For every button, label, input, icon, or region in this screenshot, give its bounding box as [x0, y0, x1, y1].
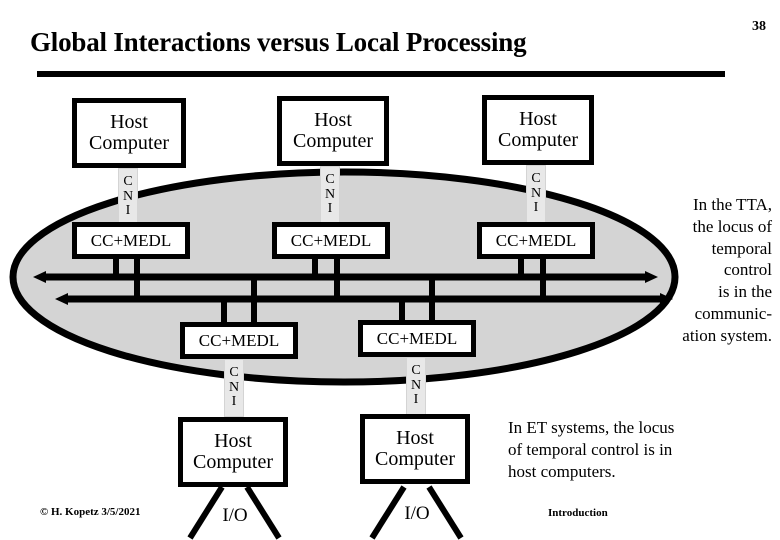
cc-medl-label: CC+MEDL	[290, 230, 372, 250]
cni-letter-n: N	[410, 377, 422, 393]
cni-letter-n: N	[122, 188, 134, 204]
cni-letter-i: I	[413, 392, 419, 408]
cni-letter-c: C	[123, 173, 133, 189]
io-label-2: I/O	[404, 503, 430, 524]
host-computer-box-bottom-1[interactable]: Host Computer	[178, 417, 288, 487]
et-note-line: host computers.	[508, 462, 616, 482]
host-computer-box-top-1[interactable]: Host Computer	[72, 98, 186, 168]
host-computer-label: Host Computer	[89, 111, 169, 154]
cni-letter-c: C	[229, 364, 239, 380]
tta-note-line: communic-	[694, 303, 772, 323]
cni-connector-bottom-2[interactable]: C N I	[406, 357, 426, 415]
host-computer-box-top-2[interactable]: Host Computer	[277, 96, 389, 166]
cni-connector-top-2[interactable]: C N I	[320, 166, 340, 224]
et-note-line: In ET systems, the locus	[508, 418, 675, 437]
cni-letter-c: C	[411, 362, 421, 378]
cni-letter-i: I	[125, 203, 131, 219]
cc-medl-label: CC+MEDL	[90, 230, 172, 250]
cc-medl-label: CC+MEDL	[198, 330, 280, 350]
cni-letter-i: I	[533, 200, 539, 216]
et-note-text: In ET systems, the locus of temporal con…	[508, 417, 768, 483]
host-computer-box-bottom-2[interactable]: Host Computer	[360, 414, 470, 484]
cni-letter-c: C	[325, 171, 335, 187]
host-computer-label: Host Computer	[293, 109, 373, 152]
tta-note-line: the locus of	[692, 216, 772, 236]
tta-note-line: In the TTA,	[692, 195, 772, 214]
cni-letter-c: C	[531, 170, 541, 186]
tta-note-line: is in the	[718, 282, 772, 301]
cni-letter-i: I	[327, 201, 333, 217]
io-label-1: I/O	[222, 505, 248, 526]
cni-connector-top-3[interactable]: C N I	[526, 165, 546, 223]
cc-medl-box-top-3[interactable]: CC+MEDL	[477, 222, 595, 259]
cc-medl-label: CC+MEDL	[376, 328, 458, 348]
cni-letter-i: I	[231, 394, 237, 410]
footer-section-label: Introduction	[548, 507, 608, 519]
slide-canvas: 38 Global Interactions versus Local Proc…	[0, 0, 780, 540]
cni-letter-n: N	[228, 379, 240, 395]
tta-note-line: temporal	[711, 238, 772, 258]
tta-note-text: In the TTA, the locus of temporal contro…	[600, 194, 772, 346]
cni-letter-n: N	[530, 185, 542, 201]
cc-medl-box-top-1[interactable]: CC+MEDL	[72, 222, 190, 259]
host-computer-box-top-3[interactable]: Host Computer	[482, 95, 594, 165]
tta-note-line: control	[723, 260, 772, 280]
cc-medl-box-bottom-1[interactable]: CC+MEDL	[180, 322, 298, 359]
et-note-line: of temporal control is in	[508, 440, 673, 460]
host-computer-label: Host Computer	[498, 108, 578, 151]
network-ellipse	[9, 168, 679, 386]
host-computer-label: Host Computer	[375, 427, 455, 470]
cni-connector-top-1[interactable]: C N I	[118, 168, 138, 226]
copyright-notice: © H. Kopetz 3/5/2021	[40, 506, 141, 518]
tta-note-line: ation system.	[682, 325, 772, 345]
cc-medl-label: CC+MEDL	[495, 230, 577, 250]
cc-medl-box-top-2[interactable]: CC+MEDL	[272, 222, 390, 259]
host-computer-label: Host Computer	[193, 430, 273, 473]
cni-connector-bottom-1[interactable]: C N I	[224, 359, 244, 417]
cni-letter-n: N	[324, 186, 336, 202]
cc-medl-box-bottom-2[interactable]: CC+MEDL	[358, 320, 476, 357]
